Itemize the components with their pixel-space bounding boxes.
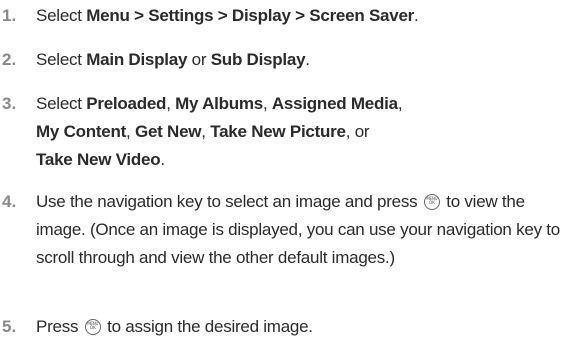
option-main-display: Main Display [86,50,188,69]
step-number: 5. [2,317,17,336]
menu-ok-key-icon: MENU OK [84,319,101,335]
text: , [201,122,211,141]
step-number: 2. [2,50,17,69]
text: Use the navigation key to select an imag… [36,192,422,211]
option-get-new: Get New [135,122,202,141]
option-take-new-video: Take New Video [36,150,161,169]
option-take-new-picture: Take New Picture [210,122,346,141]
text: Select [36,6,87,25]
text: , or [345,122,370,141]
option-my-albums: My Albums [175,94,263,113]
step-number: 4. [2,192,17,211]
text: , [126,122,135,141]
menu-path: Menu > Settings > Display > Screen Saver [86,6,415,25]
text: . [414,6,419,25]
text: Select [36,94,87,113]
menu-ok-key-icon: MENU OK [423,194,440,210]
option-assigned-media: Assigned Media [271,94,398,113]
step-text: Use the navigation key to select an imag… [36,188,564,272]
text: . [160,150,165,169]
text: or [187,50,211,69]
text: , [262,94,272,113]
option-preloaded: Preloaded [86,94,167,113]
key-label-bottom: OK [428,201,435,206]
step-text: Select Main Display or Sub Display. [36,46,564,74]
option-sub-display: Sub Display [210,50,306,69]
text: to assign the desired image. [102,317,313,336]
text: Select [36,50,87,69]
text: , [397,94,403,113]
step-text: Select Menu > Settings > Display > Scree… [36,2,564,30]
key-label-bottom: OK [89,326,96,331]
step-text: Select Preloaded, My Albums, Assigned Me… [36,90,564,174]
text: . [305,50,310,69]
instruction-list: 1. Select Menu > Settings > Display > Sc… [0,0,572,341]
step-number: 3. [2,94,17,113]
step-text: Press MENU OK to assign the desired image… [36,313,564,341]
step-number: 1. [2,6,17,25]
text: Press [36,317,83,336]
text: , [166,94,176,113]
option-my-content: My Content [36,122,127,141]
